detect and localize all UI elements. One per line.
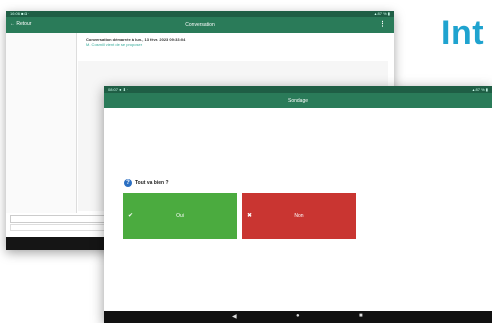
app-bar: Sondage [104, 93, 492, 108]
heading-text: Int [441, 14, 485, 52]
app-title: Conversation [185, 22, 215, 28]
navigation-bar: ◀ ● ■ [104, 311, 492, 323]
survey-question: ? Tout va bien ? [124, 179, 169, 187]
kebab-icon[interactable]: ⋮ [379, 20, 386, 28]
no-button[interactable]: ✖ Non [242, 193, 356, 239]
app-bar: ← Retour Conversation ⋮ [6, 17, 394, 33]
message-subtitle: M. Cosmill vient de se proposer [86, 42, 143, 47]
no-label: Non [294, 213, 304, 219]
status-left: 08:07 ● ⬇ · [108, 87, 129, 92]
yes-label: Oui [176, 213, 184, 219]
question-text: Tout va bien ? [135, 180, 169, 186]
conversation-list[interactable] [6, 33, 77, 213]
back-nav-icon[interactable]: ◀ [232, 313, 237, 320]
home-nav-icon[interactable]: ● [296, 313, 300, 319]
status-right: ▴ 87 % ▮ [472, 87, 488, 92]
question-icon: ? [124, 179, 132, 187]
conversation-message: Conversation démarrée à lun., 13 févr. 2… [86, 37, 185, 47]
status-bar: 08:07 ● ⬇ · ▴ 87 % ▮ [104, 86, 492, 93]
recent-apps-icon[interactable]: ■ [359, 313, 363, 319]
front-tablet-screen: 08:07 ● ⬇ · ▴ 87 % ▮ Sondage ? Tout va b… [104, 86, 492, 323]
yes-button[interactable]: ✔ Oui [123, 193, 237, 239]
app-title: Sondage [287, 97, 309, 104]
